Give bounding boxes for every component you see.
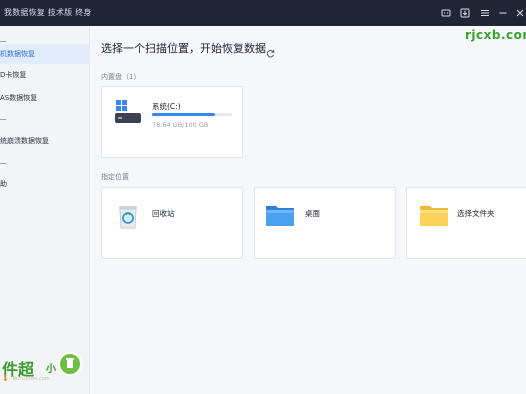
drive-usage-fill [152,113,215,116]
sidebar-item-sd-card-recovery[interactable]: D卡恢复 [0,65,90,85]
specified-location-section-label: 指定位置 [101,173,129,181]
location-card-desktop[interactable]: 桌面 [254,187,396,259]
refresh-icon[interactable] [266,43,275,58]
drive-usage-text: 78.64 GB/100 GB [152,121,209,129]
title-bar: 我数据恢复 技术版 终身 [0,0,526,26]
drive-name: 系统(C:) [152,102,181,111]
download-icon[interactable] [460,8,470,18]
sidebar-divider [0,41,6,42]
menu-icon[interactable] [480,8,490,18]
windows-drive-icon [114,99,142,127]
sidebar: 机数据恢复 D卡恢复 AS数据恢复 统崩溃数据恢复 助 件超 小 ⬇ TechD… [0,26,90,394]
main-panel: 选择一个扫描位置，开始恢复数据 rjcxb.com 内置盘（1） 系统(C:) … [91,26,526,394]
sidebar-item-system-crash-recovery[interactable]: 统崩溃数据恢复 [0,131,90,151]
sidebar-item-nas-recovery[interactable]: AS数据恢复 [0,88,90,108]
download-arrow-icon: ⬇ [2,374,9,383]
site-watermark: rjcxb.com [465,28,526,42]
drive-card-c[interactable]: 系统(C:) 78.64 GB/100 GB [101,86,243,158]
internal-disk-section-label: 内置盘（1） [101,73,141,81]
brand-small-text: 小 [46,364,56,375]
minimize-icon[interactable] [498,8,508,18]
desktop-folder-icon [265,202,295,228]
folder-icon [419,202,449,228]
sidebar-divider [0,119,6,120]
sidebar-item-phone-recovery[interactable]: 机数据恢复 [0,44,90,64]
brand-domain: TechDown.com [12,376,50,382]
drive-usage-bar [152,113,232,116]
brand-logo-icon [58,352,82,376]
brand-watermark: 件超 小 ⬇ TechDown.com [0,350,84,384]
recycle-bin-icon [116,202,140,230]
location-card-choose-folder[interactable]: 选择文件夹 [406,187,526,259]
location-label-choose-folder: 选择文件夹 [457,209,495,218]
location-card-recycle-bin[interactable]: 回收站 [101,187,243,259]
sidebar-item-help[interactable]: 助 [0,174,90,194]
sidebar-divider [0,163,6,164]
location-label-desktop: 桌面 [305,209,320,218]
close-icon[interactable] [515,8,525,18]
feedback-icon[interactable] [441,8,451,18]
app-title: 我数据恢复 技术版 终身 [4,8,92,17]
location-label-recycle-bin: 回收站 [152,209,175,218]
page-title: 选择一个扫描位置，开始恢复数据 [101,42,266,55]
